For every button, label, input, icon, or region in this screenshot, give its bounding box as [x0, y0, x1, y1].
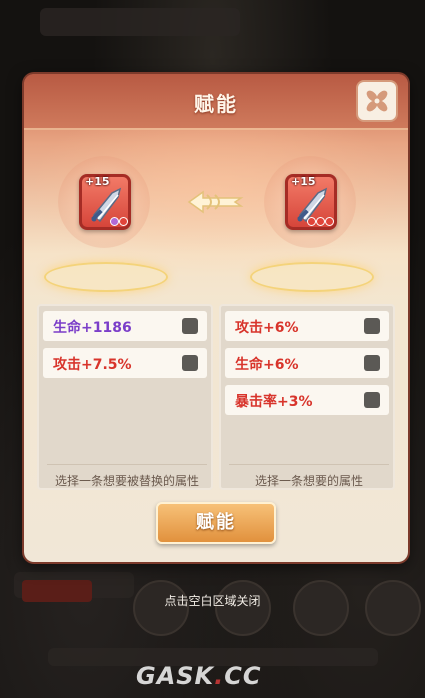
- rarity-dot: [110, 217, 119, 226]
- attribute-row[interactable]: 暴击率+3%: [225, 385, 389, 415]
- attribute-label: 生命+1186: [53, 320, 132, 336]
- attribute-row[interactable]: 生命+1186: [43, 311, 207, 341]
- target-item[interactable]: +15: [285, 174, 337, 230]
- close-flower-icon: [366, 90, 388, 112]
- source-pedestal: [44, 262, 168, 292]
- divider: [47, 464, 207, 465]
- list-hint: 选择一条想要的属性: [254, 474, 363, 488]
- watermark-right: CC: [224, 662, 262, 690]
- watermark-dot: .: [214, 662, 225, 690]
- rarity-dot: [316, 217, 325, 226]
- attribute-label: 攻击+7.5%: [53, 357, 132, 373]
- watermark-left: GASK: [136, 662, 215, 690]
- replace-attribute-list: 生命+1186 攻击+7.5% 选择一条想要被替换的属性: [37, 304, 213, 490]
- attribute-checkbox[interactable]: [182, 355, 198, 371]
- dialog-header: 赋能: [24, 74, 408, 130]
- rarity-dot: [307, 217, 316, 226]
- watermark-logo: GASK.CC: [136, 662, 262, 690]
- attribute-checkbox[interactable]: [182, 318, 198, 334]
- attribute-checkbox[interactable]: [364, 318, 380, 334]
- background-bar: [40, 8, 240, 36]
- attribute-row[interactable]: 生命+6%: [225, 348, 389, 378]
- divider: [229, 464, 389, 465]
- empower-dialog: 赋能 +15 +15 生命+1186 攻击+7.5% 选择一条想要被替换的属性 …: [24, 74, 408, 562]
- close-button[interactable]: [356, 80, 398, 122]
- target-pedestal: [250, 262, 374, 292]
- list-hint: 选择一条想要被替换的属性: [54, 474, 199, 488]
- source-item[interactable]: +15: [79, 174, 131, 230]
- close-hint-text[interactable]: 点击空白区域关闭: [0, 592, 425, 609]
- attribute-checkbox[interactable]: [364, 355, 380, 371]
- rarity-dot: [325, 217, 334, 226]
- attribute-row[interactable]: 攻击+7.5%: [43, 348, 207, 378]
- attribute-row[interactable]: 攻击+6%: [225, 311, 389, 341]
- rarity-dot: [119, 217, 128, 226]
- empower-button[interactable]: 赋能: [156, 502, 276, 544]
- attribute-label: 暴击率+3%: [235, 394, 313, 410]
- arrow-left-icon: [185, 186, 247, 218]
- dialog-title: 赋能: [194, 92, 238, 116]
- desired-attribute-list: 攻击+6% 生命+6% 暴击率+3% 选择一条想要的属性: [219, 304, 395, 490]
- attribute-label: 生命+6%: [235, 357, 299, 373]
- attribute-label: 攻击+6%: [235, 320, 299, 336]
- attribute-checkbox[interactable]: [364, 392, 380, 408]
